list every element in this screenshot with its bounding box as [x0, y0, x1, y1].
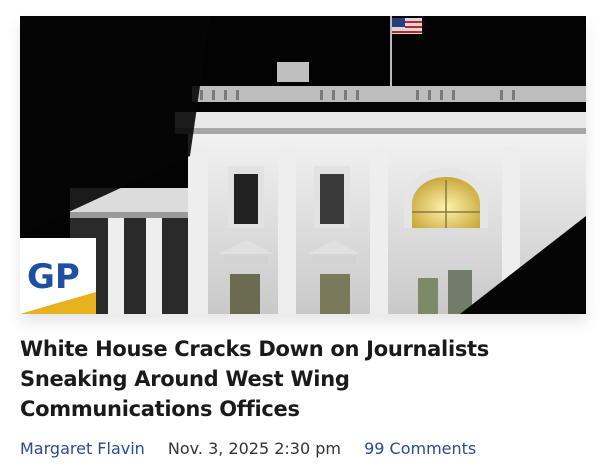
article-card: GP White House Cracks Down on Journalist… [0, 0, 601, 472]
gp-logo-mark: GP [20, 238, 96, 314]
article-headline[interactable]: White House Cracks Down on Journalists S… [20, 334, 580, 424]
article-date: Nov. 3, 2025 2:30 pm [167, 439, 341, 458]
author-link[interactable]: Margaret Flavin [20, 439, 145, 458]
white-house-illustration [20, 16, 586, 314]
article-meta: Margaret Flavin Nov. 3, 2025 2:30 pm 99 … [20, 437, 476, 461]
headline-line-3: Communications Offices [20, 397, 300, 421]
gp-logo-text: GP [27, 257, 80, 297]
article-image[interactable] [20, 16, 586, 314]
headline-line-1: White House Cracks Down on Journalists [20, 337, 489, 361]
comments-link[interactable]: 99 Comments [364, 439, 476, 458]
headline-line-2: Sneaking Around West Wing [20, 367, 350, 391]
gp-logo: GP [20, 238, 96, 314]
